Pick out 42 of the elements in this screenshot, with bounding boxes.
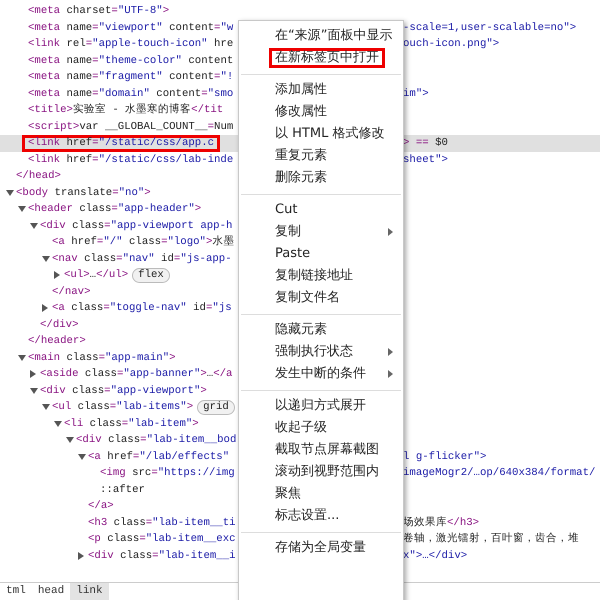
code-line: <div class="lab-item__i (88, 548, 236, 564)
code-line: x">…</div> (403, 548, 468, 564)
code-line: imageMogr2/…op/640x384/format/ (403, 466, 596, 481)
code-line: <img src="https://img (100, 466, 235, 481)
code-line: <link rel="apple-touch-icon" hre (28, 37, 234, 52)
code-line: l g-flicker"> (403, 450, 486, 464)
code-line: <a class="toggle-nav" id="js (52, 301, 232, 316)
code-line: </a> (88, 499, 114, 514)
code-line: <a href="/lab/effects" (88, 450, 230, 464)
code-line: <link href="/static/css/lab-inde (28, 152, 234, 168)
code-line: <header class="app-header"> (28, 202, 202, 217)
code-line: <a href="/" class="logo">水墨 (52, 234, 234, 250)
code-line: <script>var __GLOBAL_COUNT__=Num (28, 120, 234, 134)
code-line: </nav> (52, 284, 90, 300)
code-line: <li class="lab-item"> (64, 416, 199, 432)
code-line: <meta charset="UTF-8"> (28, 4, 170, 19)
code-line: <div class="app-viewport app-h (40, 218, 232, 234)
code-line: <aside class="app-banner">…</a (40, 367, 232, 382)
code-line: <div class="lab-item__bod (76, 433, 236, 448)
code-line: <ul class="lab-items"> (52, 400, 194, 415)
code-line: ::after (100, 482, 145, 498)
code-line: <meta name="theme-color" content (28, 54, 234, 68)
code-line: ouch-icon.png"> (403, 37, 500, 52)
code-line: 卷轴，激光镭射，百叶窗，齿合，堆 (403, 531, 579, 547)
code-line: <ul>…</ul> (64, 268, 128, 283)
code-line: <title>实验室 - 水墨寒的博客</tit (28, 102, 224, 118)
code-line: 场效果库</h3> (403, 515, 480, 530)
code-line: </header> (28, 334, 86, 349)
code-line: <p class="lab-item__exc (88, 532, 236, 547)
code-line: im"> (403, 86, 429, 102)
code-line: <nav class="nav" id="js-app- (52, 252, 232, 266)
code-line: <main class="app-main"> (28, 350, 176, 366)
code-line: <meta name="viewport" content="w (28, 20, 234, 36)
code-line: <meta name="fragment" content="! (28, 70, 234, 85)
code-line: -scale=1,user-scalable=no"> (403, 20, 576, 36)
code-line: <div class="app-viewport"> (40, 384, 207, 398)
code-line: </div> (40, 318, 78, 332)
code-line: <meta name="domain" content="smo (28, 86, 234, 102)
code-line: </head> (16, 169, 61, 184)
code-line: sheet"> (403, 152, 448, 168)
code-line: <h3 class="lab-item__ti (88, 516, 236, 530)
code-line: <body translate="no"> (16, 186, 151, 200)
